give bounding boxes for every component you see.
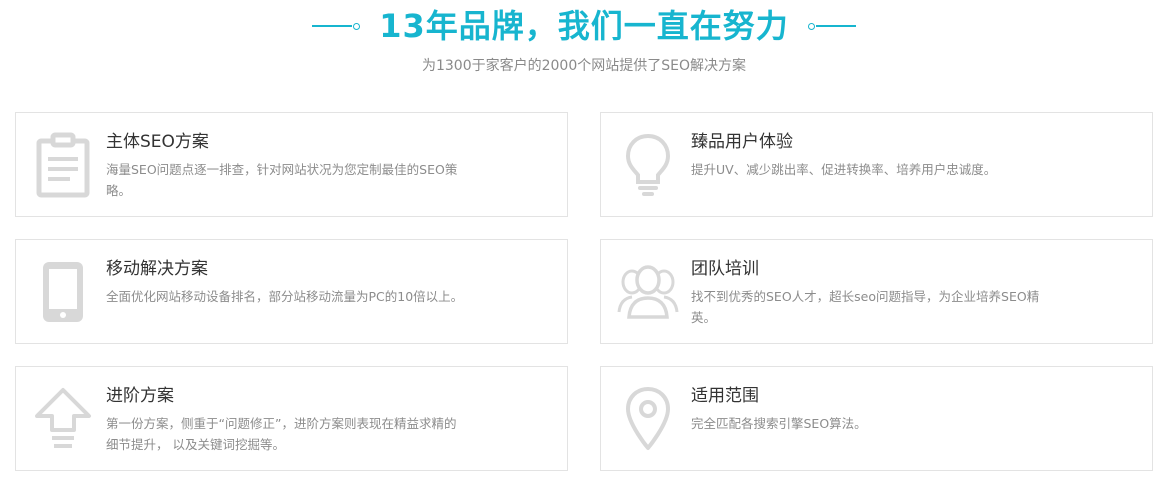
- title-row: 13年品牌，我们一直在努力: [0, 4, 1168, 48]
- lightbulb-icon: [615, 127, 681, 203]
- card-description: 全面优化网站移动设备排名，部分站移动流量为PC的10倍以上。: [106, 289, 464, 304]
- clipboard-icon: [30, 127, 96, 203]
- card-title: 主体SEO方案: [106, 132, 209, 152]
- card-title: 团队培训: [691, 259, 759, 279]
- upload-arrow-icon: [30, 381, 96, 457]
- title-decoration-right: [807, 22, 856, 30]
- feature-card-team-training[interactable]: 团队培训 找不到优秀的SEO人才，超长seo问题指导，为企业培养SEO精英。: [600, 239, 1153, 344]
- card-description: 找不到优秀的SEO人才，超长seo问题指导，为企业培养SEO精英。: [691, 289, 1040, 325]
- card-description: 完全匹配各搜索引擎SEO算法。: [691, 416, 867, 431]
- feature-card-mobile-solution[interactable]: 移动解决方案 全面优化网站移动设备排名，部分站移动流量为PC的10倍以上。: [15, 239, 568, 344]
- feature-card-advanced-plan[interactable]: 进阶方案 第一份方案，侧重于“问题修正”，进阶方案则表现在精益求精的细节提升， …: [15, 366, 568, 471]
- section-subtitle: 为1300于家客户的2000个网站提供了SEO解决方案: [421, 58, 746, 74]
- feature-card-seo-plan[interactable]: 主体SEO方案 海量SEO问题点逐一排查，针对网站状况为您定制最佳的SEO策略。: [15, 112, 568, 217]
- card-description: 海量SEO问题点逐一排查，针对网站状况为您定制最佳的SEO策略。: [106, 162, 458, 198]
- team-icon: [615, 254, 681, 330]
- card-description: 提升UV、减少跳出率、促进转换率、培养用户忠诚度。: [691, 162, 997, 177]
- feature-card-scope[interactable]: 适用范围 完全匹配各搜索引擎SEO算法。: [600, 366, 1153, 471]
- card-title: 移动解决方案: [106, 259, 208, 279]
- card-title: 适用范围: [691, 386, 759, 406]
- card-title: 臻品用户体验: [691, 132, 793, 152]
- feature-card-user-experience[interactable]: 臻品用户体验 提升UV、减少跳出率、促进转换率、培养用户忠诚度。: [600, 112, 1153, 217]
- section-title: 13年品牌，我们一直在努力: [379, 7, 789, 45]
- location-pin-icon: [615, 381, 681, 457]
- card-description: 第一份方案，侧重于“问题修正”，进阶方案则表现在精益求精的细节提升， 以及关键词…: [106, 416, 457, 452]
- section-header: 13年品牌，我们一直在努力 为1300于家客户的2000个网站提供了SEO解决方…: [0, 0, 1168, 90]
- title-decoration-left: [312, 22, 361, 30]
- card-title: 进阶方案: [106, 386, 174, 406]
- mobile-phone-icon: [30, 254, 96, 330]
